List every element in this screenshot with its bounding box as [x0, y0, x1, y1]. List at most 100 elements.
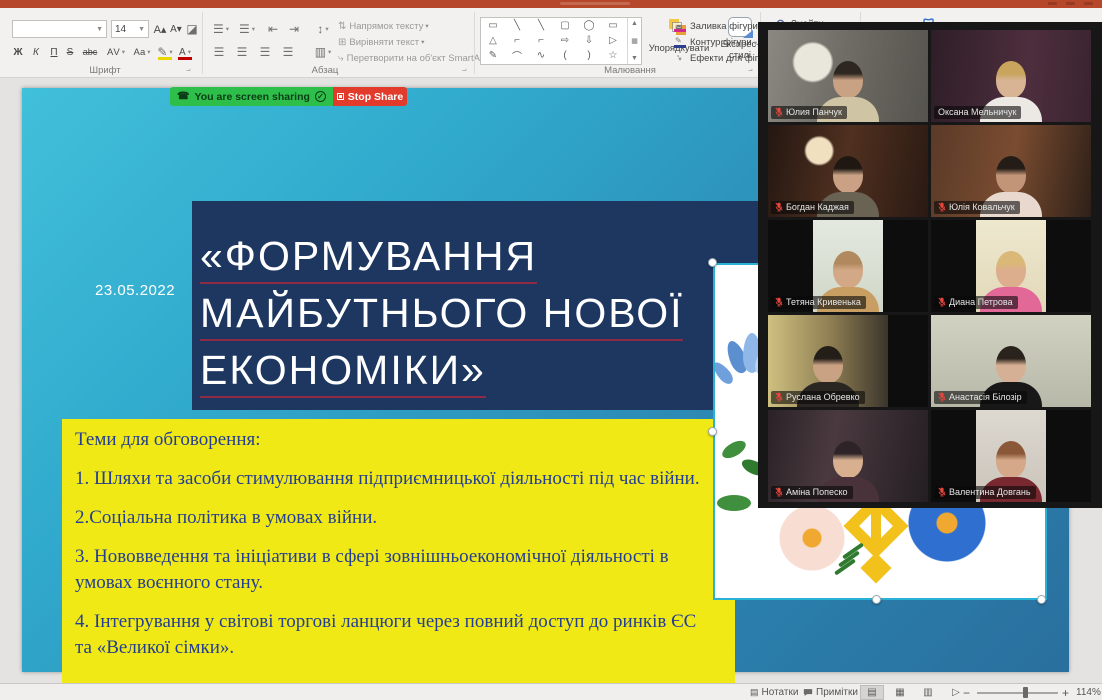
mic-muted-icon: [938, 202, 946, 212]
participant-name-label: Юлия Панчук: [771, 106, 847, 119]
bold-button[interactable]: Ж: [10, 43, 26, 61]
topics-textbox[interactable]: Теми для обговорення: 1. Шляхи та засоби…: [62, 419, 735, 700]
participant-tile[interactable]: Руслана Обревко: [768, 315, 928, 407]
right-arrow-shape-icon[interactable]: ⇨: [553, 35, 577, 46]
slide-sorter-view-button[interactable]: ▦: [888, 685, 912, 700]
line-shape-icon[interactable]: ╲: [505, 20, 529, 31]
underline-button[interactable]: П: [46, 43, 62, 61]
align-right-button[interactable]: ☰: [256, 43, 274, 61]
participant-name-label: Богдан Каджая: [771, 201, 854, 214]
selection-handle[interactable]: [1037, 595, 1046, 604]
stop-share-button[interactable]: Stop Share: [333, 87, 407, 106]
align-center-button[interactable]: ☰: [233, 43, 251, 61]
minimize-icon[interactable]: [1048, 2, 1057, 5]
participant-name-label: Валентина Довгань: [934, 486, 1036, 499]
status-bar: ▤Нотатки Примітки ▤ ▦ ▥ ▷ − + 114%: [0, 683, 1102, 700]
shrink-font-button[interactable]: А▾: [168, 20, 184, 38]
shapes-gallery-scrollbar[interactable]: ▲ ▦ ▼: [627, 18, 641, 64]
mic-muted-icon: [775, 297, 783, 307]
participant-tile[interactable]: Юлія Ковальчук: [931, 125, 1091, 217]
mic-muted-icon: [775, 107, 783, 117]
font-size-combobox[interactable]: 14▼: [111, 20, 149, 38]
justify-button[interactable]: ☰: [279, 43, 297, 61]
normal-view-button[interactable]: ▤: [860, 685, 884, 700]
select-shape-icon[interactable]: ▭: [481, 20, 505, 31]
scroll-up-icon[interactable]: ▲: [631, 20, 638, 27]
triangle-shape-icon[interactable]: △: [481, 35, 505, 46]
leaf: [719, 437, 748, 461]
rounded-rect-shape-icon[interactable]: ▭: [601, 20, 625, 31]
curve-shape-icon[interactable]: ∿: [529, 50, 553, 61]
shape-fill-icon: ◛: [674, 21, 687, 32]
notes-button[interactable]: ▤Нотатки: [750, 685, 798, 700]
numbering-button[interactable]: ☰▾: [236, 20, 258, 38]
participant-tile[interactable]: Аміна Попеско: [768, 410, 928, 502]
text-shadow-button[interactable]: abc: [78, 43, 102, 61]
align-text-button[interactable]: ⊞Вирівняти текст▾: [338, 35, 474, 49]
increase-indent-button[interactable]: ⇥: [285, 20, 303, 38]
character-spacing-button[interactable]: АV▾: [104, 43, 128, 61]
decrease-indent-button[interactable]: ⇤: [264, 20, 282, 38]
comments-button[interactable]: Примітки: [803, 685, 858, 700]
columns-button[interactable]: ▥▾: [312, 43, 334, 61]
selection-handle[interactable]: [872, 595, 881, 604]
paragraph-dialog-launcher-icon[interactable]: ⌐: [462, 66, 467, 75]
font-dialog-launcher-icon[interactable]: ⌐: [186, 66, 191, 75]
zoom-level[interactable]: 114%: [1076, 685, 1101, 700]
elbow-shape-icon[interactable]: ⌐: [505, 35, 529, 46]
left-brace-shape-icon[interactable]: (: [553, 50, 577, 61]
strikethrough-button[interactable]: S: [63, 43, 77, 61]
elbow2-shape-icon[interactable]: ⌐: [529, 35, 553, 46]
participant-tile[interactable]: Валентина Довгань: [931, 410, 1091, 502]
participant-tile[interactable]: Анастасія Білозір: [931, 315, 1091, 407]
screen-share-status[interactable]: ☎ You are screen sharing ✓: [170, 87, 333, 106]
participant-tile[interactable]: Диана Петрова: [931, 220, 1091, 312]
grow-font-button[interactable]: А▴: [152, 20, 168, 38]
align-left-button[interactable]: ☰: [210, 43, 228, 61]
right-brace-shape-icon[interactable]: ): [577, 50, 601, 61]
text-highlight-button[interactable]: ✎▾: [156, 43, 174, 61]
text-direction-button[interactable]: ⇅Напрямок тексту▾: [338, 19, 474, 33]
shapes-gallery[interactable]: ▭╲╲▢◯▭ △⌐⌐⇨⇩▷ ✎⌒∿()☆ ▲▦▼: [480, 17, 642, 65]
smartart-icon: ⤷: [338, 53, 344, 64]
font-color-button[interactable]: А▾: [176, 43, 194, 61]
reading-view-button[interactable]: ▥: [916, 685, 940, 700]
title-bar: [0, 0, 1102, 8]
drawing-dialog-launcher-icon[interactable]: ⌐: [748, 66, 753, 75]
participant-name-label: Анастасія Білозір: [934, 391, 1027, 404]
zoom-out-button[interactable]: −: [963, 685, 970, 700]
gallery-more-icon[interactable]: ▦: [631, 37, 638, 45]
participant-tile[interactable]: Богдан Каджая: [768, 125, 928, 217]
slide-date[interactable]: 23.05.2022: [95, 282, 175, 299]
arrow-shape-icon[interactable]: ╲: [529, 20, 553, 31]
oval-shape-icon[interactable]: ◯: [577, 20, 601, 31]
participant-tile[interactable]: Тетяна Кривенька: [768, 220, 928, 312]
arc-shape-icon[interactable]: ⌒: [505, 48, 529, 63]
down-arrow-shape-icon[interactable]: ⇩: [577, 35, 601, 46]
chevron-down-icon: ▼: [138, 26, 145, 33]
close-icon[interactable]: [1084, 2, 1093, 5]
convert-smartart-button[interactable]: ⤷Перетворити на об'єкт SmartArt▾: [338, 51, 474, 65]
clear-formatting-button[interactable]: ◪: [185, 20, 199, 38]
notes-icon: ▤: [750, 687, 759, 698]
font-name-combobox[interactable]: ▼: [12, 20, 107, 38]
star-shape-icon[interactable]: ☆: [601, 50, 625, 61]
italic-button[interactable]: К: [28, 43, 44, 61]
line-spacing-button[interactable]: ↕▾: [312, 20, 334, 38]
zoom-slider-thumb[interactable]: [1023, 687, 1028, 698]
participant-tile[interactable]: Юлия Панчук: [768, 30, 928, 122]
selection-handle[interactable]: [708, 258, 717, 267]
participant-name-label: Диана Петрова: [934, 296, 1018, 309]
freeform-shape-icon[interactable]: ✎: [481, 50, 505, 61]
zoom-slider-track[interactable]: [977, 692, 1058, 694]
restore-icon[interactable]: [1066, 2, 1075, 5]
align-text-icon: ⊞: [338, 37, 346, 48]
pentagon-shape-icon[interactable]: ▷: [601, 35, 625, 46]
participant-tile-active-speaker[interactable]: Оксана Мельничук: [931, 30, 1091, 122]
zoom-in-button[interactable]: +: [1062, 685, 1069, 700]
selection-handle[interactable]: [708, 427, 717, 436]
bullets-button[interactable]: ☰▾: [210, 20, 232, 38]
rectangle-shape-icon[interactable]: ▢: [553, 20, 577, 31]
change-case-button[interactable]: Аа▾: [130, 43, 154, 61]
scroll-down-icon[interactable]: ▼: [631, 55, 638, 62]
